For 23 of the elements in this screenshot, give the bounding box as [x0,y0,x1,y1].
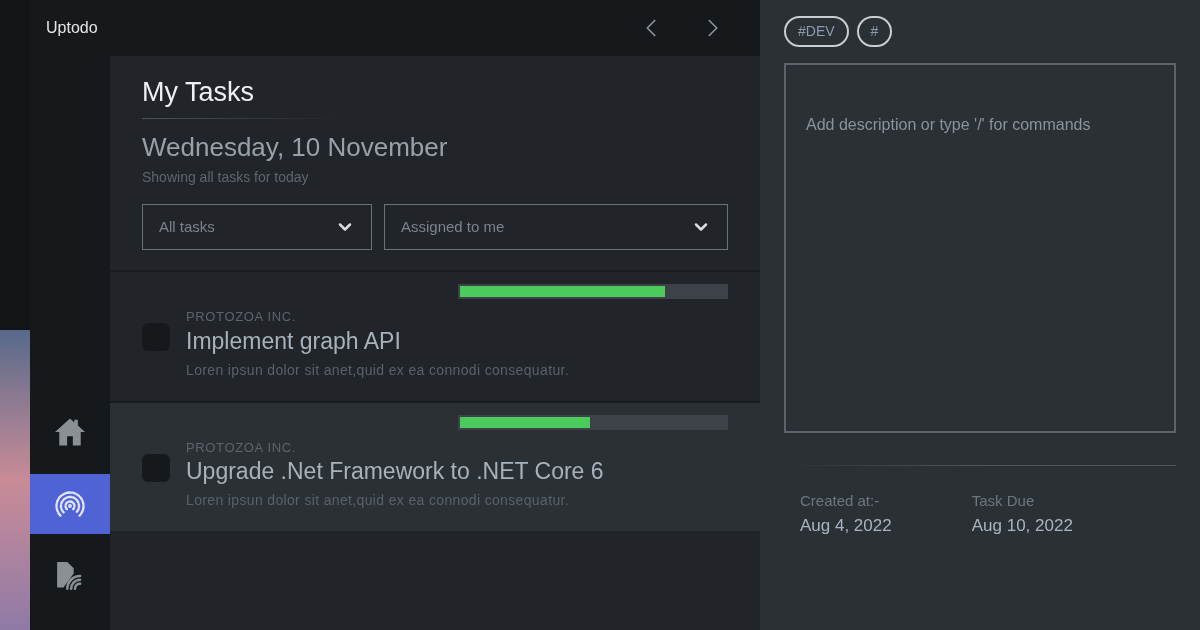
task-title: Upgrade .Net Framework to .NET Core 6 [186,457,604,486]
date-heading: Wednesday, 10 November [142,130,449,164]
due-date: Aug 10, 2022 [971,514,1073,537]
page-title: My Tasks [142,76,256,109]
due-label: Task Due [971,491,1036,511]
date-subtitle: Showing all tasks for today [142,168,310,188]
filter-dropdown[interactable]: All tasks [142,204,372,251]
filter-dropdown[interactable]: Assigned to me [384,204,728,251]
task-company: PROTOZOA INC. [186,438,298,457]
task-checkbox[interactable] [142,453,170,482]
created-label: Created at:- [800,491,881,511]
app-title: Uptodo [46,18,98,38]
task-company: PROTOZOA INC. [186,308,298,327]
task-title: Implement graph API [186,326,402,356]
created-date: Aug 4, 2022 [800,514,892,537]
home-icon [55,418,85,446]
task-description: Loren ipsun dolor sit anet,quid ex ea connodi consequatur. [186,360,569,380]
tag: #DEV [784,16,849,47]
broadcast-icon [55,490,85,518]
description-field[interactable]: Add description or type '/' for commands [784,63,1176,433]
nav-button[interactable] [30,474,110,534]
tag: # [856,16,893,47]
document-wifi-icon [56,562,84,590]
